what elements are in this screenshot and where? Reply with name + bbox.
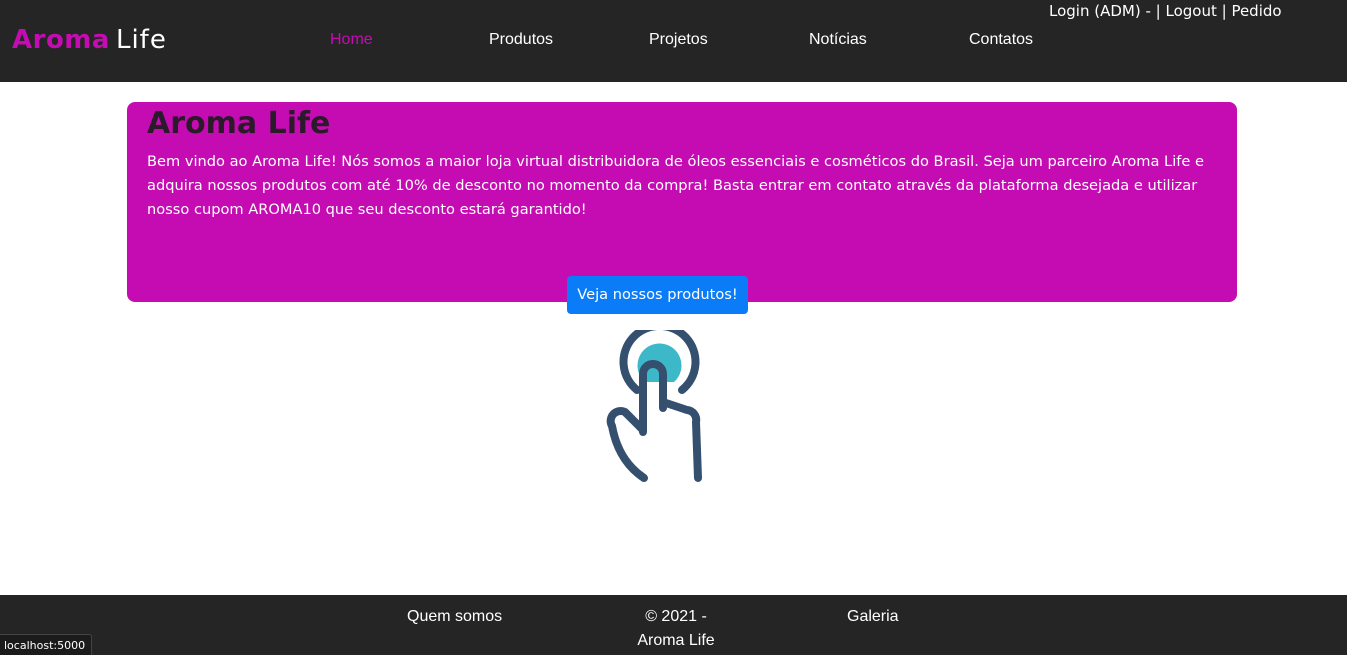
nav-home[interactable]: Home <box>330 30 373 50</box>
copyright-line: © 2021 - <box>645 608 707 625</box>
logo-secondary-text: Life <box>115 25 167 55</box>
logout-link[interactable]: Logout <box>1165 2 1216 20</box>
view-products-button[interactable]: Veja nossos produtos! <box>567 276 748 314</box>
account-separator: | <box>1216 2 1232 20</box>
tap-hand-icon <box>600 321 715 490</box>
hero-title: Aroma Life <box>147 106 331 141</box>
footer-gallery-link[interactable]: Galeria <box>847 607 899 627</box>
footer-about-link[interactable]: Quem somos <box>407 607 502 627</box>
top-navbar: Aroma Life Home Produtos Projetos Notícia… <box>0 0 1347 82</box>
hero-description: Bem vindo ao Aroma Life! Nós somos a mai… <box>147 153 1204 218</box>
nav-produtos[interactable]: Produtos <box>489 30 553 50</box>
page-footer: Quem somos © 2021 - Aroma Life Galeria <box>0 595 1347 655</box>
nav-noticias[interactable]: Notícias <box>809 30 867 50</box>
order-link[interactable]: Pedido <box>1231 2 1281 20</box>
footer-copyright: © 2021 - Aroma Life <box>620 605 732 653</box>
nav-projetos[interactable]: Projetos <box>649 30 708 50</box>
account-links: Login (ADM) - | Logout | Pedido <box>1049 1 1282 21</box>
login-link[interactable]: Login (ADM) <box>1049 2 1141 20</box>
brand-logo[interactable]: Aroma Life <box>12 24 167 56</box>
copyright-brand: Aroma Life <box>637 632 715 649</box>
logo-primary-text: Aroma <box>12 25 110 55</box>
hero-banner: Aroma Life Bem vindo ao Aroma Life! Nós … <box>127 102 1237 302</box>
browser-status-url: localhost:5000 <box>0 634 93 655</box>
account-separator: - | <box>1140 2 1166 20</box>
nav-contatos[interactable]: Contatos <box>969 30 1033 50</box>
